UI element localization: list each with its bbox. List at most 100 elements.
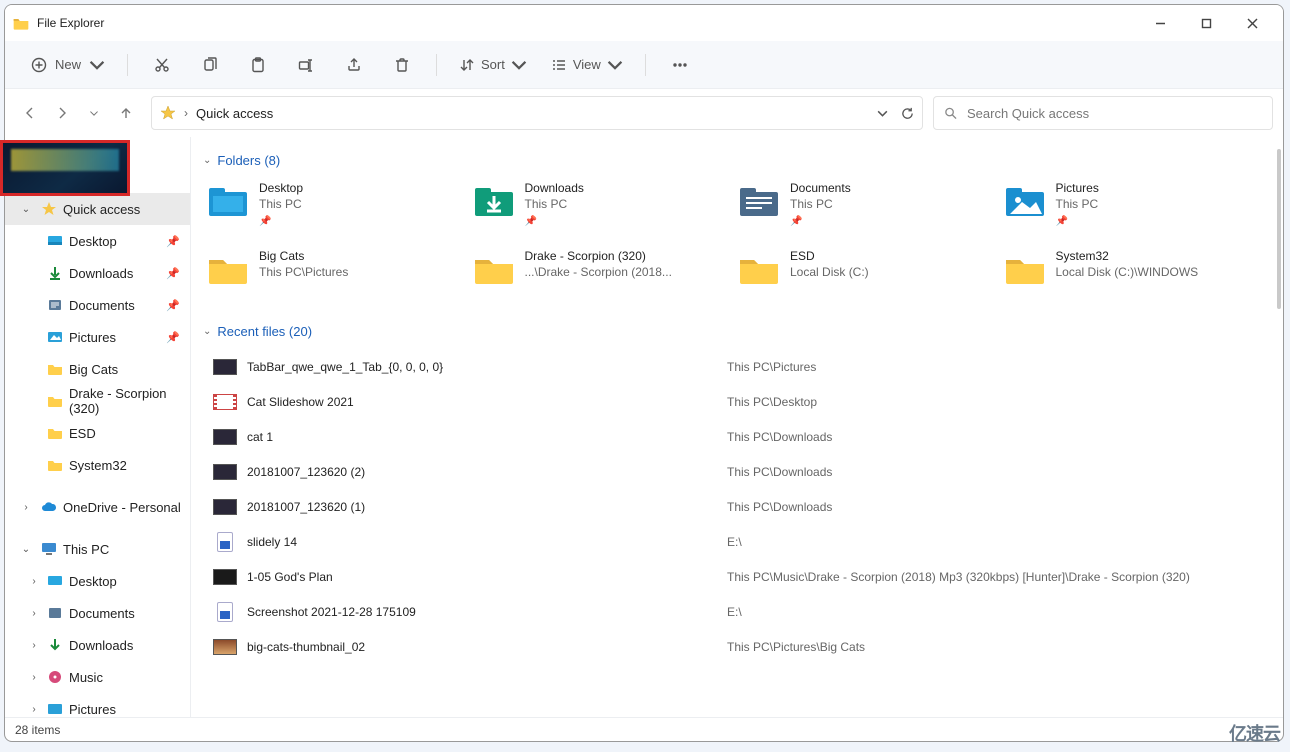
folder-icon bbox=[738, 250, 780, 286]
sidebar-pc-documents[interactable]: › Documents bbox=[5, 597, 190, 629]
file-path: This PC\Downloads bbox=[727, 465, 832, 479]
file-row[interactable]: Cat Slideshow 2021 This PC\Desktop bbox=[203, 384, 1265, 419]
ellipsis-icon bbox=[672, 57, 688, 73]
file-row[interactable]: TabBar_qwe_qwe_1_Tab_{0, 0, 0, 0} This P… bbox=[203, 349, 1265, 384]
up-button[interactable] bbox=[111, 95, 141, 131]
file-row[interactable]: cat 1 This PC\Downloads bbox=[203, 419, 1265, 454]
sidebar-quick-access-label: Quick access bbox=[63, 202, 140, 217]
file-row[interactable]: Screenshot 2021-12-28 175109 E:\ bbox=[203, 594, 1265, 629]
share-button[interactable] bbox=[334, 47, 374, 83]
chevron-right-icon[interactable]: › bbox=[27, 640, 41, 651]
copy-button[interactable] bbox=[190, 47, 230, 83]
file-row[interactable]: 20181007_123620 (2) This PC\Downloads bbox=[203, 454, 1265, 489]
folder-item[interactable]: Documents This PC 📌 bbox=[734, 178, 1000, 238]
chevron-right-icon[interactable]: › bbox=[27, 608, 41, 619]
folder-icon bbox=[47, 458, 63, 472]
folder-item[interactable]: Downloads This PC 📌 bbox=[469, 178, 735, 238]
file-path: E:\ bbox=[727, 605, 742, 619]
file-row[interactable]: 1-05 God's Plan This PC\Music\Drake - Sc… bbox=[203, 559, 1265, 594]
back-button[interactable] bbox=[15, 95, 45, 131]
sidebar-this-pc-label: This PC bbox=[63, 542, 109, 557]
chevron-right-icon[interactable]: › bbox=[27, 672, 41, 683]
folder-item[interactable]: Drake - Scorpion (320) ...\Drake - Scorp… bbox=[469, 246, 735, 306]
chevron-right-icon[interactable]: › bbox=[27, 704, 41, 715]
sort-button[interactable]: Sort bbox=[451, 47, 535, 83]
view-button[interactable]: View bbox=[543, 47, 631, 83]
window-title: File Explorer bbox=[37, 16, 104, 30]
new-button[interactable]: New bbox=[23, 47, 113, 83]
sidebar-pc-music[interactable]: ›Music bbox=[5, 661, 190, 693]
sidebar-quick-access[interactable]: ⌄ Quick access bbox=[5, 193, 190, 225]
more-button[interactable] bbox=[660, 47, 700, 83]
minimize-button[interactable] bbox=[1137, 7, 1183, 39]
sidebar-pc-pictures[interactable]: ›Pictures bbox=[5, 693, 190, 717]
chevron-down-icon[interactable] bbox=[876, 107, 889, 120]
search-box[interactable] bbox=[933, 96, 1273, 130]
sidebar-pc-downloads[interactable]: ›Downloads bbox=[5, 629, 190, 661]
recent-locations-button[interactable] bbox=[79, 95, 109, 131]
folder-icon bbox=[207, 182, 249, 218]
file-path: This PC\Desktop bbox=[727, 395, 817, 409]
sidebar-item-label: System32 bbox=[69, 458, 127, 473]
sidebar-onedrive[interactable]: ›OneDrive - Personal bbox=[5, 491, 190, 523]
file-thumbnail bbox=[203, 499, 247, 515]
forward-button[interactable] bbox=[47, 95, 77, 131]
folder-item[interactable]: System32 Local Disk (C:)\WINDOWS bbox=[1000, 246, 1266, 306]
folder-icon bbox=[1004, 182, 1046, 218]
sort-icon bbox=[459, 57, 475, 73]
picture-icon bbox=[47, 701, 63, 717]
folder-location: This PC bbox=[1056, 196, 1099, 212]
chevron-right-icon[interactable]: › bbox=[19, 502, 33, 513]
recent-section-header[interactable]: ⌄Recent files (20) bbox=[203, 324, 1265, 339]
sidebar-item-pictures[interactable]: Pictures📌 bbox=[5, 321, 190, 353]
recent-header-label: Recent files (20) bbox=[217, 324, 312, 339]
sidebar-item-downloads[interactable]: Downloads📌 bbox=[5, 257, 190, 289]
close-button[interactable] bbox=[1229, 7, 1275, 39]
sidebar-item-system32[interactable]: System32 bbox=[5, 449, 190, 481]
titlebar: File Explorer bbox=[5, 5, 1283, 41]
chevron-down-icon[interactable]: ⌄ bbox=[19, 544, 33, 555]
sidebar-item-esd[interactable]: ESD bbox=[5, 417, 190, 449]
sidebar-item-documents[interactable]: Documents📌 bbox=[5, 289, 190, 321]
folder-name: ESD bbox=[790, 248, 869, 264]
view-icon bbox=[551, 57, 567, 73]
search-input[interactable] bbox=[967, 106, 1262, 121]
sidebar-item-desktop[interactable]: Desktop📌 bbox=[5, 225, 190, 257]
file-thumbnail bbox=[203, 429, 247, 445]
cut-button[interactable] bbox=[142, 47, 182, 83]
sidebar-item-drake[interactable]: Drake - Scorpion (320) bbox=[5, 385, 190, 417]
content-area: ⌄Folders (8) Desktop This PC 📌 Downloads… bbox=[191, 137, 1283, 717]
folder-item[interactable]: Desktop This PC 📌 bbox=[203, 178, 469, 238]
address-bar[interactable]: › Quick access bbox=[151, 96, 923, 130]
file-row[interactable]: slidely 14 E:\ bbox=[203, 524, 1265, 559]
folder-item[interactable]: ESD Local Disk (C:) bbox=[734, 246, 1000, 306]
rename-button[interactable] bbox=[286, 47, 326, 83]
sidebar-this-pc[interactable]: ⌄ This PC bbox=[5, 533, 190, 565]
folder-name: Documents bbox=[790, 180, 851, 196]
chevron-down-icon[interactable]: ⌄ bbox=[19, 204, 33, 215]
delete-button[interactable] bbox=[382, 47, 422, 83]
file-thumbnail bbox=[203, 602, 247, 622]
refresh-icon[interactable] bbox=[901, 107, 914, 120]
file-row[interactable]: 20181007_123620 (1) This PC\Downloads bbox=[203, 489, 1265, 524]
file-path: This PC\Downloads bbox=[727, 430, 832, 444]
paste-button[interactable] bbox=[238, 47, 278, 83]
scrollbar[interactable] bbox=[1277, 149, 1281, 309]
folder-item[interactable]: Big Cats This PC\Pictures bbox=[203, 246, 469, 306]
file-row[interactable]: big-cats-thumbnail_02 This PC\Pictures\B… bbox=[203, 629, 1265, 664]
folder-location: This PC\Pictures bbox=[259, 264, 348, 280]
folders-section-header[interactable]: ⌄Folders (8) bbox=[203, 153, 1265, 168]
breadcrumb-root[interactable]: Quick access bbox=[196, 106, 273, 121]
maximize-button[interactable] bbox=[1183, 7, 1229, 39]
nav-arrows bbox=[15, 95, 141, 131]
copy-icon bbox=[202, 57, 218, 73]
sidebar-item-label: Documents bbox=[69, 606, 135, 621]
chevron-right-icon[interactable]: › bbox=[27, 576, 41, 587]
folder-item[interactable]: Pictures This PC 📌 bbox=[1000, 178, 1266, 238]
sidebar-item-label: Desktop bbox=[69, 234, 117, 249]
sidebar-item-big-cats[interactable]: Big Cats bbox=[5, 353, 190, 385]
folder-name: Downloads bbox=[525, 180, 584, 196]
file-name: TabBar_qwe_qwe_1_Tab_{0, 0, 0, 0} bbox=[247, 360, 727, 374]
sidebar-pc-desktop[interactable]: ›Desktop bbox=[5, 565, 190, 597]
folder-name: Big Cats bbox=[259, 248, 348, 264]
